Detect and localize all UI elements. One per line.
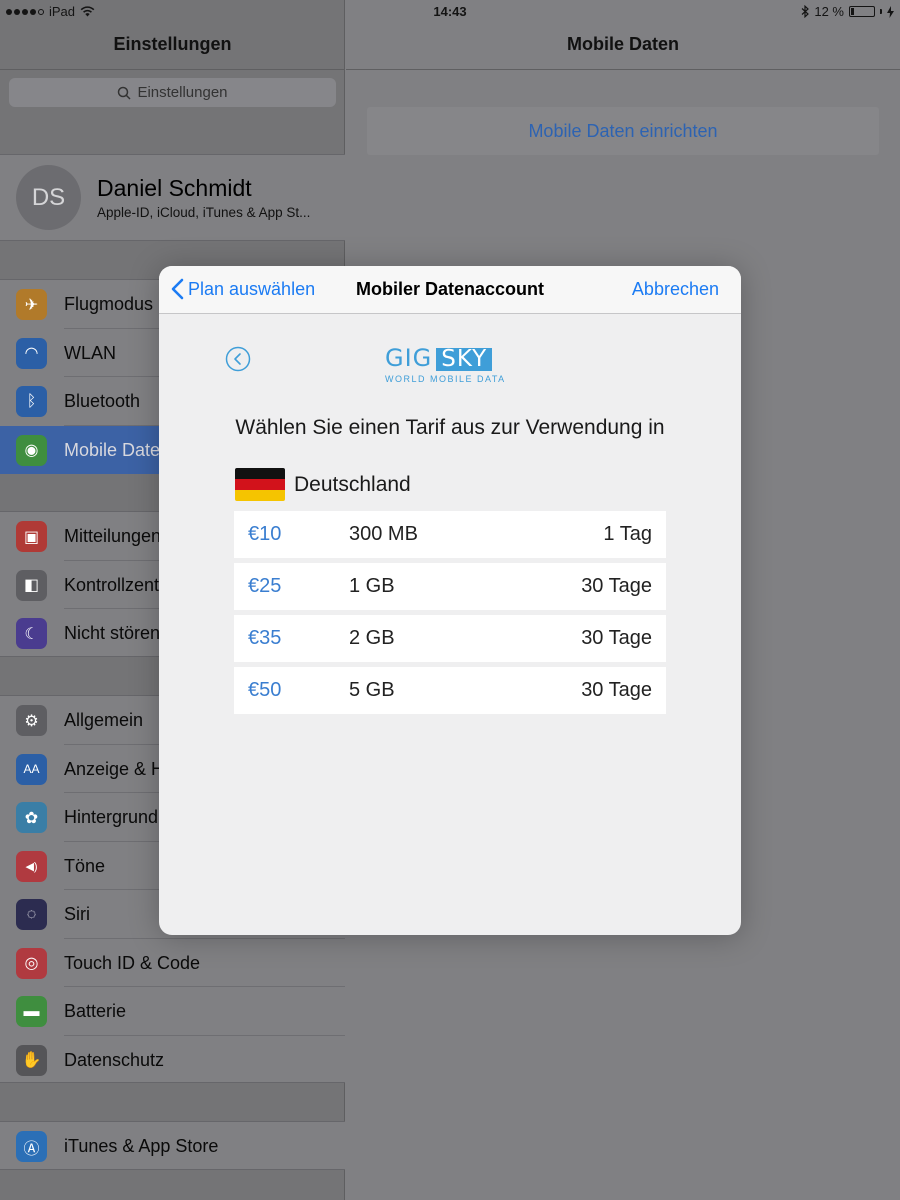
fingerprint-icon: ◎ — [16, 947, 47, 979]
switches-icon: ◧ — [16, 569, 47, 601]
sidebar-item-touch-id-code[interactable]: ◎ Touch ID & Code — [0, 939, 345, 987]
detail-nav-divider — [346, 69, 900, 70]
mobile-data-account-sheet: Plan auswählen Mobiler Datenaccount Abbr… — [159, 266, 741, 935]
status-bar: iPad 14:43 12 % — [0, 0, 900, 24]
plan-price: €25 — [248, 575, 282, 597]
plan-price: €35 — [248, 627, 282, 649]
avatar: DS — [16, 165, 81, 230]
bluetooth-icon: ᛒ — [16, 386, 47, 417]
profile-subtitle: Apple-ID, iCloud, iTunes & App St... — [97, 205, 311, 220]
siri-icon: ◌ — [16, 899, 47, 930]
airplane-icon: ✈ — [16, 289, 47, 320]
plan-duration: 30 Tage — [581, 575, 652, 597]
sidebar-item-label: Mobile Daten — [64, 439, 171, 460]
sidebar-item-label: Bluetooth — [64, 391, 141, 411]
sidebar-item-label: Batterie — [64, 1001, 127, 1021]
setup-mobile-data-button[interactable]: Mobile Daten einrichten — [367, 107, 879, 155]
plan-row[interactable]: €50 5 GB 30 Tage — [234, 667, 666, 714]
sidebar-item-batterie[interactable]: ▬ Batterie — [0, 987, 345, 1036]
charging-icon — [887, 5, 894, 18]
notifications-icon: ▣ — [16, 521, 47, 552]
flower-icon: ✿ — [16, 802, 47, 833]
logo-word-sky: SKY — [436, 348, 493, 371]
sidebar-item-label: Allgemein — [64, 710, 144, 730]
battery-percentage: 12 % — [814, 4, 844, 19]
settings-group: ⒶiTunes & App Store — [0, 1121, 345, 1170]
status-time: 14:43 — [433, 4, 467, 19]
gear-icon: ⚙ — [16, 705, 47, 736]
plan-data-volume: 5 GB — [349, 679, 395, 701]
bluetooth-status-icon — [801, 5, 810, 18]
detail-title: Mobile Daten — [566, 34, 679, 54]
moon-icon: ☾ — [16, 618, 47, 649]
sidebar-item-label: WLAN — [64, 342, 117, 363]
antenna-icon: ◉ — [16, 434, 47, 466]
plan-heading: Wählen Sie einen Tarif aus zur Verwendun… — [235, 416, 665, 439]
country-row: Deutschland — [235, 468, 411, 501]
sidebar-item-label: Nicht stören — [64, 623, 161, 643]
germany-flag-icon — [235, 468, 285, 501]
country-name: Deutschland — [294, 472, 411, 496]
plan-duration: 30 Tage — [581, 627, 652, 649]
cancel-button[interactable]: Abbrechen — [632, 279, 719, 300]
search-icon — [118, 86, 131, 100]
sidebar-item-datenschutz[interactable]: ✋ Datenschutz — [0, 1036, 345, 1085]
plan-data-volume: 2 GB — [349, 627, 395, 649]
logo-word-gig: GIG — [385, 344, 433, 372]
app-store-icon: Ⓐ — [16, 1131, 47, 1162]
hand-icon: ✋ — [16, 1044, 47, 1076]
sidebar-title: Einstellungen — [113, 34, 232, 54]
plan-row[interactable]: €10 300 MB 1 Tag — [234, 511, 666, 558]
plan-price: €10 — [248, 523, 282, 545]
search-placeholder: Einstellungen — [137, 84, 228, 101]
wifi-icon: ◠ — [16, 337, 47, 369]
battery-icon — [849, 6, 875, 17]
speaker-icon: ◀) — [16, 850, 47, 882]
sidebar-item-label: Datenschutz — [64, 1049, 165, 1070]
text-size-icon: AA — [16, 753, 47, 785]
plan-row[interactable]: €25 1 GB 30 Tage — [234, 563, 666, 610]
sidebar-nav-divider — [0, 69, 345, 70]
plan-data-volume: 1 GB — [349, 575, 395, 597]
apple-id-profile-row[interactable]: DS Daniel Schmidt Apple-ID, iCloud, iTun… — [0, 154, 345, 241]
sidebar-item-label: Siri — [64, 904, 90, 924]
plan-row[interactable]: €35 2 GB 30 Tage — [234, 615, 666, 662]
plan-data-volume: 300 MB — [349, 523, 418, 545]
logo-tagline: WORLD MOBILE DATA — [385, 374, 506, 384]
sheet-nav-bar: Plan auswählen Mobiler Datenaccount Abbr… — [159, 266, 741, 314]
circle-back-icon[interactable] — [225, 346, 251, 372]
plan-duration: 30 Tage — [581, 679, 652, 701]
sidebar-item-itunes-app-store[interactable]: ⒶiTunes & App Store — [0, 1122, 345, 1171]
sidebar-item-label: Flugmodus — [64, 294, 154, 314]
sidebar-item-label: Töne — [64, 855, 106, 876]
gigsky-logo: GIG SKY WORLD MOBILE DATA — [385, 346, 517, 386]
profile-name: Daniel Schmidt — [97, 175, 252, 201]
sidebar-item-label: Mitteilungen — [64, 526, 162, 546]
plan-price: €50 — [248, 679, 282, 701]
battery-icon: ▬ — [16, 996, 47, 1027]
sidebar-item-label: iTunes & App Store — [64, 1136, 219, 1156]
search-field[interactable]: Einstellungen — [9, 78, 336, 107]
plan-duration: 1 Tag — [603, 523, 652, 545]
sidebar-item-label: Touch ID & Code — [64, 952, 201, 973]
